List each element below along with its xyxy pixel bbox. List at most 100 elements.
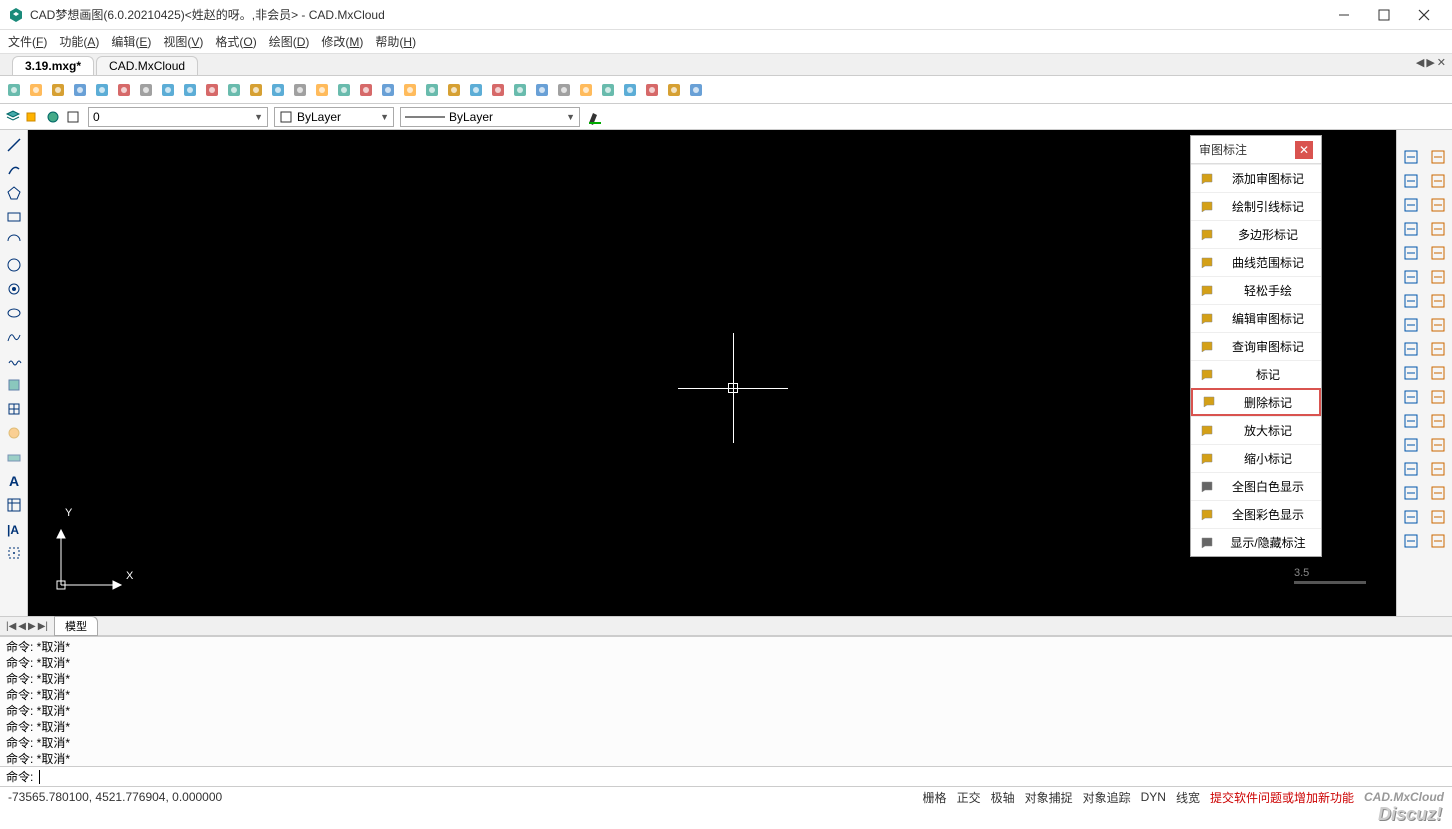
menu-e[interactable]: 编辑(E) xyxy=(111,33,151,50)
layer-manager-icon[interactable] xyxy=(4,108,22,126)
rotate-icon[interactable] xyxy=(1429,316,1447,334)
zoomout-icon[interactable] xyxy=(180,80,200,100)
extend-icon[interactable] xyxy=(1402,532,1420,550)
review-item-13[interactable]: 显示/隐藏标注 xyxy=(1191,528,1321,556)
explode-icon[interactable] xyxy=(1429,532,1447,550)
dim-ordinate-icon[interactable] xyxy=(1402,268,1420,286)
close-button[interactable] xyxy=(1404,1,1444,29)
jog-icon[interactable] xyxy=(1402,412,1420,430)
zoomext-icon[interactable] xyxy=(224,80,244,100)
opendwg-icon[interactable] xyxy=(48,80,68,100)
multiline-icon[interactable]: |A xyxy=(5,520,23,538)
menu-v[interactable]: 视图(V) xyxy=(163,33,203,50)
repeat-icon[interactable] xyxy=(1429,172,1447,190)
status-toggle-DYN[interactable]: DYN xyxy=(1141,790,1166,804)
text-icon[interactable]: A xyxy=(5,472,23,490)
spline-icon[interactable] xyxy=(5,328,23,346)
ellipse-icon[interactable] xyxy=(5,304,23,322)
extend2-icon[interactable] xyxy=(1429,412,1447,430)
command-line[interactable]: 命令: xyxy=(0,766,1452,786)
rectangle-icon[interactable] xyxy=(5,208,23,226)
point-icon[interactable] xyxy=(5,544,23,562)
menu-d[interactable]: 绘图(D) xyxy=(269,33,310,50)
help-icon[interactable] xyxy=(686,80,706,100)
line-icon[interactable] xyxy=(5,136,23,154)
review-item-3[interactable]: 曲线范围标记 xyxy=(1191,248,1321,276)
zoomwin-icon[interactable] xyxy=(202,80,222,100)
review-item-10[interactable]: 缩小标记 xyxy=(1191,444,1321,472)
layer-icon[interactable] xyxy=(312,80,332,100)
undo-icon[interactable] xyxy=(532,80,552,100)
trim-icon[interactable] xyxy=(1429,388,1447,406)
circle-icon[interactable] xyxy=(5,232,23,250)
doc-tab-0[interactable]: CAD.MxCloud xyxy=(96,56,198,75)
doc-tab-1[interactable]: 3.19.mxg* xyxy=(12,56,94,75)
dimstyle-icon[interactable] xyxy=(400,80,420,100)
textstyle-icon[interactable] xyxy=(422,80,442,100)
print-icon[interactable] xyxy=(664,80,684,100)
block-icon[interactable] xyxy=(5,448,23,466)
menu-o[interactable]: 格式(O) xyxy=(215,33,256,50)
review-item-2[interactable]: 多边形标记 xyxy=(1191,220,1321,248)
array-icon[interactable] xyxy=(1429,268,1447,286)
mtab-next-icon[interactable]: ▶ xyxy=(28,621,36,632)
cloud-icon[interactable] xyxy=(576,80,596,100)
redo-icon[interactable] xyxy=(554,80,574,100)
join-icon[interactable] xyxy=(1429,460,1447,478)
zoom-icon[interactable] xyxy=(136,80,156,100)
tab-next-icon[interactable]: ▶ xyxy=(1426,56,1434,69)
save-icon[interactable] xyxy=(70,80,90,100)
layer-prev-icon[interactable] xyxy=(24,108,42,126)
review-item-1[interactable]: 绘制引线标记 xyxy=(1191,192,1321,220)
polygon-icon[interactable] xyxy=(5,184,23,202)
mtab-last-icon[interactable]: ▶| xyxy=(38,621,48,632)
arc-tool-icon[interactable] xyxy=(5,160,23,178)
linetype-select[interactable]: ByLayer ▼ xyxy=(274,107,394,127)
insert-icon[interactable] xyxy=(5,400,23,418)
review-item-6[interactable]: 查询审图标记 xyxy=(1191,332,1321,360)
stretch-icon[interactable] xyxy=(1429,364,1447,382)
color-brush-icon[interactable] xyxy=(586,108,604,126)
layer-color-icon[interactable] xyxy=(64,108,82,126)
menu-a[interactable]: 功能(A) xyxy=(59,33,99,50)
mtab-prev-icon[interactable]: ◀ xyxy=(18,621,26,632)
maximize-button[interactable] xyxy=(1364,1,1404,29)
revcloud-icon[interactable] xyxy=(5,352,23,370)
insert-icon[interactable] xyxy=(510,80,530,100)
region-icon[interactable] xyxy=(5,424,23,442)
dim-aligned-icon[interactable] xyxy=(1402,172,1420,190)
status-toggle-线宽[interactable]: 线宽 xyxy=(1176,789,1200,806)
baseline-icon[interactable] xyxy=(1402,460,1420,478)
dim-diameter-icon[interactable] xyxy=(1402,244,1420,262)
review-item-12[interactable]: 全图彩色显示 xyxy=(1191,500,1321,528)
export-icon[interactable] xyxy=(114,80,134,100)
dim-radius-icon[interactable] xyxy=(1402,220,1420,238)
layer-select[interactable]: 0 ▼ xyxy=(88,107,268,127)
dim-angular-icon[interactable] xyxy=(1402,196,1420,214)
break-icon[interactable] xyxy=(1402,484,1420,502)
status-toggle-极轴[interactable]: 极轴 xyxy=(991,789,1015,806)
table-icon[interactable] xyxy=(5,496,23,514)
offset-icon[interactable] xyxy=(1429,244,1447,262)
status-toggle-栅格[interactable]: 栅格 xyxy=(923,789,947,806)
measure-icon[interactable] xyxy=(1429,148,1447,166)
menu-f[interactable]: 文件(F) xyxy=(8,33,47,50)
tolerance-icon[interactable] xyxy=(1402,316,1420,334)
mtab-first-icon[interactable]: |◀ xyxy=(6,621,16,632)
panel-header[interactable]: 审图标注 ✕ xyxy=(1191,136,1321,164)
layer-state-icon[interactable] xyxy=(44,108,62,126)
zoomall-icon[interactable] xyxy=(268,80,288,100)
fillet-icon[interactable] xyxy=(1429,508,1447,526)
review-item-9[interactable]: 放大标记 xyxy=(1191,416,1321,444)
dim-linear-icon[interactable] xyxy=(1402,148,1420,166)
copy-icon[interactable] xyxy=(1429,196,1447,214)
review-item-5[interactable]: 编辑审图标记 xyxy=(1191,304,1321,332)
scale-icon[interactable] xyxy=(1429,340,1447,358)
chamfer-icon[interactable] xyxy=(1429,484,1447,502)
menu-h[interactable]: 帮助(H) xyxy=(375,33,416,50)
arc-icon[interactable] xyxy=(5,256,23,274)
tab-prev-icon[interactable]: ◀ xyxy=(1416,56,1424,69)
review-item-11[interactable]: 全图白色显示 xyxy=(1191,472,1321,500)
move-icon[interactable] xyxy=(1429,292,1447,310)
review-item-7[interactable]: 标记 xyxy=(1191,360,1321,388)
